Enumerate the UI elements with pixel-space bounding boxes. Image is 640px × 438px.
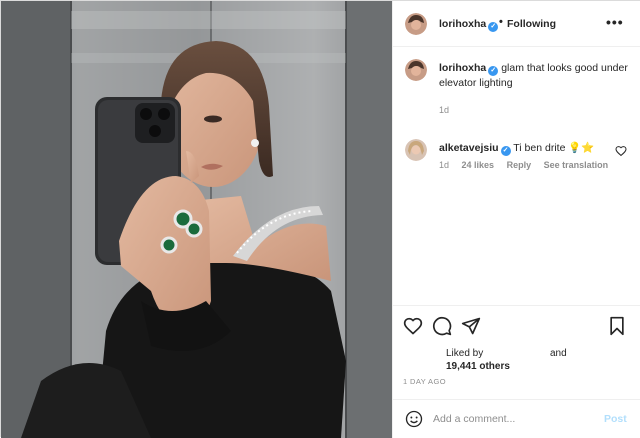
verified-badge-icon: ✓ bbox=[488, 66, 499, 76]
liked-by-label: Liked by bbox=[446, 348, 484, 359]
comment-timestamp[interactable]: 1d bbox=[439, 160, 449, 170]
author-username[interactable]: lorihoxha ✓ bbox=[439, 18, 499, 32]
post-photo[interactable] bbox=[1, 1, 392, 438]
see-translation-button[interactable]: See translation bbox=[544, 160, 609, 170]
add-comment-bar: Post bbox=[393, 399, 640, 438]
comment-meta: 1d 24 likes Reply See translation bbox=[439, 160, 618, 170]
likes-and-label: and bbox=[550, 348, 567, 359]
comment-likes[interactable]: 24 likes bbox=[462, 160, 495, 170]
commenter-username[interactable]: alketavejsiu bbox=[439, 142, 499, 154]
following-button[interactable]: Following bbox=[507, 18, 556, 30]
comment-input[interactable] bbox=[433, 409, 593, 429]
caption-timestamp[interactable]: 1d bbox=[439, 105, 449, 115]
post-dialog: lorihoxha ✓ • Following ••• lorihoxha ✓ gl… bbox=[0, 0, 640, 438]
author-avatar[interactable] bbox=[405, 13, 427, 35]
post-header: lorihoxha ✓ • Following ••• bbox=[393, 1, 640, 47]
likes-summary: Liked by 19,441 others and bbox=[446, 347, 626, 373]
reply-button[interactable]: Reply bbox=[507, 160, 532, 170]
comment-item: alketavejsiu ✓ Ti ben drite 💡⭐ 1d 24 like… bbox=[393, 131, 640, 171]
heart-icon[interactable] bbox=[403, 316, 423, 336]
mirror-selfie-image bbox=[1, 1, 392, 438]
comment-body: Ti ben drite 💡⭐ bbox=[513, 142, 595, 154]
post-caption: lorihoxha ✓ glam that looks good under el… bbox=[393, 47, 640, 127]
paper-plane-icon[interactable] bbox=[461, 316, 481, 336]
post-timestamp[interactable]: 1 DAY AGO bbox=[403, 377, 446, 386]
post-button[interactable]: Post bbox=[604, 413, 627, 425]
commenter-avatar[interactable] bbox=[405, 139, 427, 161]
comment-like-heart-icon[interactable] bbox=[615, 145, 627, 157]
verified-badge-icon: ✓ bbox=[488, 22, 499, 32]
post-sidebar: lorihoxha ✓ • Following ••• lorihoxha ✓ gl… bbox=[392, 1, 640, 438]
author-name[interactable]: lorihoxha bbox=[439, 18, 486, 30]
comment-icon[interactable] bbox=[432, 316, 452, 336]
separator-dot: • bbox=[499, 16, 503, 28]
caption-author-name[interactable]: lorihoxha bbox=[439, 62, 486, 74]
action-bar bbox=[393, 305, 640, 345]
smiley-icon[interactable] bbox=[405, 410, 423, 428]
more-options-icon[interactable]: ••• bbox=[606, 14, 624, 30]
verified-badge-icon: ✓ bbox=[500, 146, 511, 156]
caption-text-block: lorihoxha ✓ glam that looks good under el… bbox=[439, 61, 629, 90]
caption-author-avatar[interactable] bbox=[405, 59, 427, 81]
bookmark-icon[interactable] bbox=[607, 316, 627, 336]
likes-count[interactable]: 19,441 others bbox=[446, 360, 626, 373]
comment-text-block: alketavejsiu ✓ Ti ben drite 💡⭐ bbox=[439, 141, 594, 156]
